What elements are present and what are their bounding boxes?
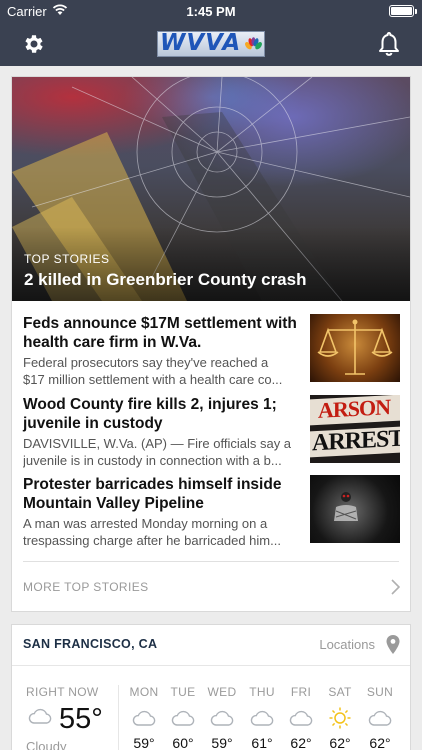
day-name: SUN bbox=[366, 685, 394, 699]
logo-text: WVVA bbox=[160, 30, 242, 56]
story-summary: A man was arrested Monday morning on a t… bbox=[23, 515, 303, 549]
hero-story[interactable]: TOP STORIES 2 killed in Greenbrier Count… bbox=[12, 77, 410, 301]
status-bar: Carrier 1:45 PM bbox=[0, 0, 422, 22]
summary-line: $17 million settlement with a health car… bbox=[23, 372, 283, 387]
forecast-day: THU 61° bbox=[244, 685, 280, 750]
battery-icon bbox=[389, 5, 417, 17]
location-pin-icon[interactable] bbox=[386, 635, 400, 654]
day-temperature: 59° bbox=[211, 735, 233, 750]
day-temperature: 62° bbox=[369, 735, 391, 750]
more-top-stories-link[interactable]: MORE TOP STORIES bbox=[23, 580, 149, 594]
day-temperature: 62° bbox=[329, 735, 351, 750]
chevron-right-icon[interactable] bbox=[390, 579, 400, 595]
arson-arrest-image[interactable]: ARSON ARREST bbox=[310, 395, 400, 463]
forecast-day: SUN 62° bbox=[362, 685, 398, 750]
right-now-label: RIGHT NOW bbox=[26, 685, 99, 699]
story-summary: Federal prosecutors say they've reached … bbox=[23, 354, 303, 388]
summary-line: juvenile is in custody in connection wit… bbox=[23, 453, 282, 468]
cloud-icon bbox=[250, 710, 274, 726]
forecast-day: FRI 62° bbox=[283, 685, 319, 750]
day-name: SAT bbox=[328, 685, 352, 699]
locations-button[interactable]: Locations bbox=[319, 637, 375, 652]
divider bbox=[118, 685, 119, 750]
cloud-icon bbox=[132, 710, 156, 726]
story-summary: DAVISVILLE, W.Va. (AP) — Fire officials … bbox=[23, 435, 303, 469]
story-item[interactable]: Wood County fire kills 2, injures 1; juv… bbox=[23, 395, 401, 469]
forecast-day: WED 59° bbox=[204, 685, 240, 750]
current-temperature: 55° bbox=[59, 703, 103, 735]
story-title[interactable]: Protester barricades himself inside Moun… bbox=[23, 475, 303, 513]
summary-line: Federal prosecutors say they've reached … bbox=[23, 355, 269, 370]
summary-line: trespassing charge after he barricaded h… bbox=[23, 533, 281, 548]
current-condition: Cloudy bbox=[26, 739, 67, 750]
story-item[interactable]: Feds announce $17M settlement with healt… bbox=[23, 314, 401, 388]
peacock-icon bbox=[245, 37, 262, 50]
gear-icon[interactable] bbox=[22, 32, 46, 56]
divider bbox=[23, 561, 399, 562]
story-title[interactable]: Feds announce $17M settlement with healt… bbox=[23, 314, 303, 352]
weather-card: SAN FRANCISCO, CA Locations RIGHT NOW 55… bbox=[11, 624, 411, 750]
forecast-day: SAT 62° bbox=[322, 685, 358, 750]
summary-line: DAVISVILLE, W.Va. (AP) — Fire officials … bbox=[23, 436, 292, 451]
day-name: WED bbox=[207, 685, 237, 699]
weather-city: SAN FRANCISCO, CA bbox=[23, 637, 158, 651]
story-item[interactable]: Protester barricades himself inside Moun… bbox=[23, 475, 401, 549]
clock: 1:45 PM bbox=[186, 4, 236, 19]
bell-icon[interactable] bbox=[377, 31, 401, 57]
nav-bar: WVVA bbox=[0, 22, 422, 66]
cloud-icon bbox=[289, 710, 313, 726]
cloud-icon bbox=[210, 710, 234, 726]
thumb-text-arson: ARSON bbox=[318, 395, 391, 423]
day-temperature: 62° bbox=[290, 735, 312, 750]
day-temperature: 61° bbox=[251, 735, 273, 750]
day-name: MON bbox=[129, 685, 159, 699]
crash-hero-image bbox=[12, 77, 410, 301]
section-kicker: TOP STORIES bbox=[24, 252, 110, 266]
day-name: THU bbox=[249, 685, 275, 699]
day-temperature: 60° bbox=[172, 735, 194, 750]
sun-icon bbox=[329, 707, 351, 729]
thumb-text-arrest: ARREST bbox=[312, 425, 400, 457]
scales-of-justice-image[interactable] bbox=[310, 314, 400, 382]
day-name: TUE bbox=[170, 685, 196, 699]
wvva-logo: WVVA bbox=[157, 30, 265, 57]
forecast-day: MON 59° bbox=[126, 685, 162, 750]
day-name: FRI bbox=[290, 685, 312, 699]
summary-line: A man was arrested Monday morning on a bbox=[23, 516, 268, 531]
forecast-day: TUE 60° bbox=[165, 685, 201, 750]
divider bbox=[12, 665, 410, 666]
cloud-icon bbox=[368, 710, 392, 726]
story-title[interactable]: Wood County fire kills 2, injures 1; juv… bbox=[23, 395, 303, 433]
hero-headline[interactable]: 2 killed in Greenbrier County crash bbox=[24, 270, 306, 290]
cloud-icon bbox=[171, 710, 195, 726]
cloud-icon bbox=[28, 708, 52, 724]
pipeline-image[interactable] bbox=[310, 475, 400, 543]
day-temperature: 59° bbox=[133, 735, 155, 750]
top-stories-card: TOP STORIES 2 killed in Greenbrier Count… bbox=[11, 76, 411, 612]
